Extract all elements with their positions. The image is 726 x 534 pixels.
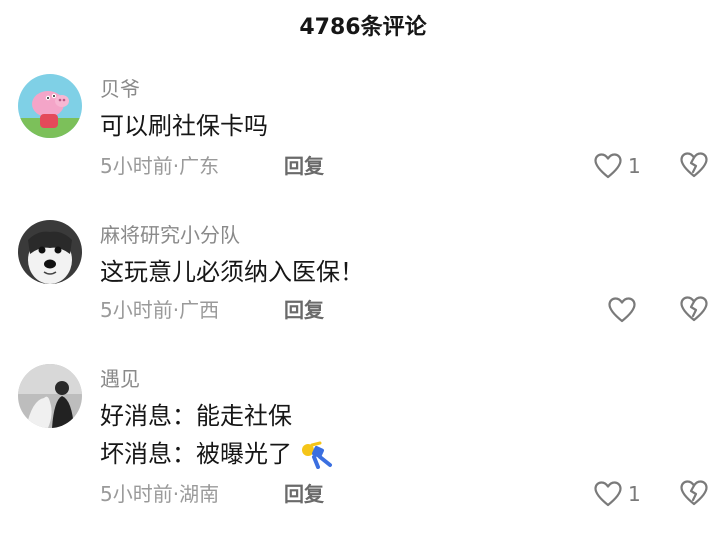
comment-text: 这玩意儿必须纳入医保！ [100,258,364,286]
username[interactable]: 遇见 [100,366,140,392]
reply-button[interactable]: 回复 [284,296,324,324]
comment-meta: 5小时前·广西 [100,296,219,324]
reply-button[interactable]: 回复 [284,152,324,180]
comment-time: 5小时前 [100,154,173,178]
comment-meta: 5小时前·广东 [100,152,219,180]
dislike-button[interactable] [680,480,708,508]
heart-icon [594,481,622,507]
comment-location: 湖南 [179,482,220,506]
comments-panel: 4786条评论 贝爷 可以刷社保卡吗 5小时前·广东 回复 1 麻将研究小分队 … [0,0,726,534]
broken-heart-icon [680,296,708,322]
pig-avatar-icon[interactable] [18,74,82,138]
comment-location: 广东 [179,154,220,178]
comment-count-title: 4786条评论 [299,15,427,40]
dislike-button[interactable] [680,152,708,180]
heart-icon [608,297,636,323]
slipping-person-emoji-icon [300,441,334,469]
comment-text: 可以刷社保卡吗 [100,112,268,140]
dog-avatar-icon[interactable] [18,220,82,284]
comment-text-line: 坏消息：被曝光了 [100,440,292,468]
comment-meta: 5小时前·湖南 [100,480,219,508]
comment-time: 5小时前 [100,482,173,506]
username[interactable]: 麻将研究小分队 [100,222,240,248]
reply-button[interactable]: 回复 [284,480,324,508]
comment-time: 5小时前 [100,298,173,322]
username[interactable]: 贝爷 [100,76,140,102]
like-button[interactable]: 1 [594,152,641,180]
broken-heart-icon [680,152,708,178]
heart-icon [594,153,622,179]
comment-text: 好消息：能走社保 [100,402,292,430]
like-button[interactable] [608,296,642,324]
like-button[interactable]: 1 [594,480,641,508]
comment-text: 坏消息：被曝光了 [100,438,334,470]
comment-location: 广西 [179,298,220,322]
broken-heart-icon [680,480,708,506]
person-avatar-icon[interactable] [18,364,82,428]
dislike-button[interactable] [680,296,708,324]
like-count: 1 [628,482,641,506]
like-count: 1 [628,154,641,178]
